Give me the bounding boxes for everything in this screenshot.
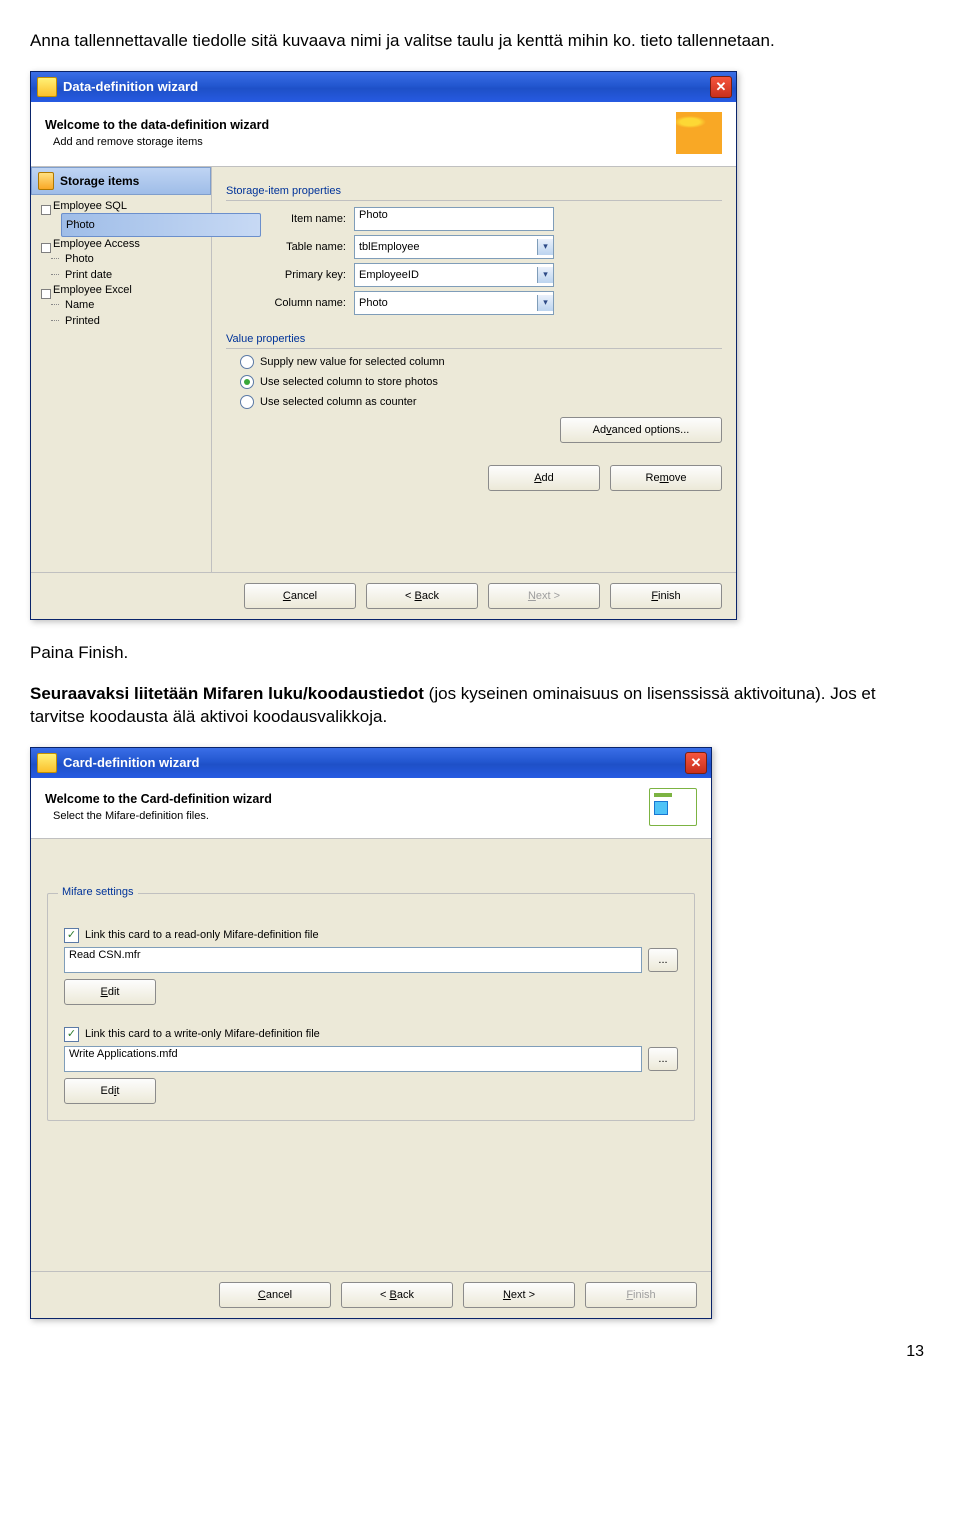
- window-title: Data-definition wizard: [63, 79, 710, 94]
- edit-write-button[interactable]: Edit: [64, 1078, 156, 1104]
- tree-node-employee-sql[interactable]: Employee SQL: [41, 199, 207, 213]
- next-button[interactable]: Next >: [463, 1282, 575, 1308]
- browse-write-button[interactable]: ...: [648, 1047, 678, 1071]
- properties-pane: Storage-item properties Item name: Photo…: [212, 167, 736, 572]
- section-storage-item-properties: Storage-item properties: [226, 185, 722, 201]
- page-paragraph-1: Anna tallennettavalle tiedolle sitä kuva…: [30, 30, 930, 53]
- mifare-settings-legend: Mifare settings: [58, 886, 138, 898]
- tree-leaf-print-date[interactable]: Print date: [41, 267, 207, 283]
- wizard-footer: Cancel < Back Next > Finish: [31, 1271, 711, 1318]
- window-title: Card-definition wizard: [63, 755, 685, 770]
- tree-leaf-photo-selected[interactable]: Photo: [61, 213, 261, 237]
- wizard-db-icon: [37, 77, 57, 97]
- label-primary-key: Primary key:: [226, 269, 346, 281]
- chevron-down-icon[interactable]: ▾: [537, 239, 553, 255]
- advanced-options-button[interactable]: Advanced options...: [560, 417, 722, 443]
- select-primary-key[interactable]: EmployeeID▾: [354, 263, 554, 287]
- back-button[interactable]: < Back: [366, 583, 478, 609]
- input-item-name[interactable]: Photo: [354, 207, 554, 231]
- select-table-name[interactable]: tblEmployee▾: [354, 235, 554, 259]
- cancel-button[interactable]: Cancel: [219, 1282, 331, 1308]
- radio-icon: [240, 355, 254, 369]
- card-definition-wizard-window: Card-definition wizard ✕ Welcome to the …: [30, 747, 712, 1319]
- finish-button: Finish: [585, 1282, 697, 1308]
- data-definition-wizard-window: Data-definition wizard ✕ Welcome to the …: [30, 71, 737, 620]
- section-value-properties: Value properties: [226, 333, 722, 349]
- storage-items-pane: Storage items Employee SQL Photo Employe…: [31, 167, 212, 572]
- back-button[interactable]: < Back: [341, 1282, 453, 1308]
- banner-description: Select the Mifare-definition files.: [45, 810, 637, 822]
- checkbox-write-only-link[interactable]: Link this card to a write-only Mifare-de…: [64, 1027, 678, 1042]
- paragraph-3-bold: Seuraavaksi liitetään Mifaren luku/kooda…: [30, 684, 424, 703]
- wizard-footer: Cancel < Back Next > Finish: [31, 572, 736, 619]
- checkbox-icon: [64, 928, 79, 943]
- storage-icon: [38, 172, 54, 190]
- label-table-name: Table name:: [226, 241, 346, 253]
- tree-leaf-name[interactable]: Name: [41, 297, 207, 313]
- edit-read-button[interactable]: Edit: [64, 979, 156, 1005]
- storage-tree[interactable]: Employee SQL Photo Employee Access Photo…: [31, 195, 211, 333]
- close-icon[interactable]: ✕: [685, 752, 707, 774]
- browse-read-button[interactable]: ...: [648, 948, 678, 972]
- tree-leaf-printed[interactable]: Printed: [41, 313, 207, 329]
- checkbox-read-only-link[interactable]: Link this card to a read-only Mifare-def…: [64, 928, 678, 943]
- chevron-down-icon[interactable]: ▾: [537, 295, 553, 311]
- banner-description: Add and remove storage items: [45, 136, 664, 148]
- banner-title: Welcome to the data-definition wizard: [45, 118, 664, 132]
- mifare-settings-group: Mifare settings Link this card to a read…: [47, 893, 695, 1121]
- input-read-file[interactable]: Read CSN.mfr: [64, 947, 642, 973]
- card-wizard-body: Mifare settings Link this card to a read…: [31, 839, 711, 1271]
- storage-items-label: Storage items: [60, 174, 139, 188]
- radio-icon: [240, 375, 254, 389]
- tree-node-employee-access[interactable]: Employee Access: [41, 237, 207, 251]
- wizard-card-icon: [37, 753, 57, 773]
- finish-button[interactable]: Finish: [610, 583, 722, 609]
- remove-button[interactable]: Remove: [610, 465, 722, 491]
- wizard-banner: Welcome to the data-definition wizard Ad…: [31, 102, 736, 167]
- radio-use-as-counter[interactable]: Use selected column as counter: [226, 395, 722, 409]
- close-icon[interactable]: ✕: [710, 76, 732, 98]
- page-paragraph-2: Paina Finish.: [30, 642, 930, 665]
- card-icon: [649, 788, 697, 826]
- radio-supply-new-value[interactable]: Supply new value for selected column: [226, 355, 722, 369]
- storage-items-header: Storage items: [31, 167, 211, 195]
- database-icon: [676, 112, 722, 154]
- checkbox-icon: [64, 1027, 79, 1042]
- page-paragraph-3: Seuraavaksi liitetään Mifaren luku/kooda…: [30, 683, 930, 729]
- tree-node-employee-excel[interactable]: Employee Excel: [41, 283, 207, 297]
- titlebar[interactable]: Data-definition wizard ✕: [31, 72, 736, 102]
- chevron-down-icon[interactable]: ▾: [537, 267, 553, 283]
- wizard-banner: Welcome to the Card-definition wizard Se…: [31, 778, 711, 839]
- next-button: Next >: [488, 583, 600, 609]
- tree-leaf-photo[interactable]: Photo: [41, 251, 207, 267]
- banner-title: Welcome to the Card-definition wizard: [45, 792, 637, 806]
- titlebar[interactable]: Card-definition wizard ✕: [31, 748, 711, 778]
- add-button[interactable]: Add: [488, 465, 600, 491]
- label-column-name: Column name:: [226, 297, 346, 309]
- select-column-name[interactable]: Photo▾: [354, 291, 554, 315]
- radio-icon: [240, 395, 254, 409]
- cancel-button[interactable]: Cancel: [244, 583, 356, 609]
- page-number: 13: [30, 1343, 930, 1361]
- radio-store-photos[interactable]: Use selected column to store photos: [226, 375, 722, 389]
- input-write-file[interactable]: Write Applications.mfd: [64, 1046, 642, 1072]
